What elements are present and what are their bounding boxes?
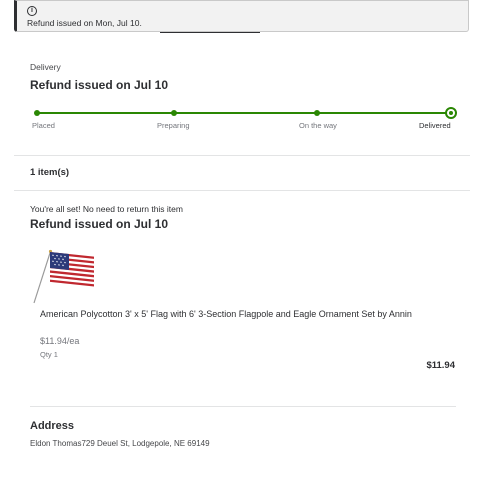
info-icon: i (27, 6, 37, 16)
delivery-label: Delivery (30, 62, 61, 72)
address-line: Eldon Thomas729 Deuel St, Lodgepole, NE … (30, 439, 210, 448)
step-preparing: Preparing (157, 121, 190, 130)
item-total: $11.94 (426, 360, 455, 371)
step-dot-delivered (445, 107, 457, 119)
refund-banner: i Refund issued on Mon, Jul 10. (14, 0, 469, 33)
step-dot-on-the-way (314, 110, 320, 116)
product-title[interactable]: American Polycotton 3' x 5' Flag with 6'… (40, 308, 430, 320)
quantity: Qty 1 (40, 350, 58, 359)
step-on-the-way: On the way (299, 121, 337, 130)
divider (30, 406, 456, 407)
step-placed: Placed (32, 121, 55, 130)
divider (14, 155, 470, 156)
unit-price: $11.94/ea (40, 336, 80, 346)
banner-message: Refund issued on Mon, Jul 10. (27, 18, 142, 28)
step-dot-preparing (171, 110, 177, 116)
delivery-status-title: Refund issued on Jul 10 (30, 78, 169, 92)
step-delivered: Delivered (419, 121, 451, 130)
step-dot-placed (34, 110, 40, 116)
return-note: You're all set! No need to return this i… (30, 204, 183, 214)
item-status-title: Refund issued on Jul 10 (30, 217, 169, 231)
progress-line (36, 112, 449, 114)
banner-underline (160, 32, 260, 33)
items-count: 1 item(s) (30, 167, 70, 178)
divider (14, 190, 470, 191)
product-image[interactable] (30, 245, 98, 305)
progress-tracker (34, 107, 457, 119)
address-title: Address (30, 420, 75, 432)
